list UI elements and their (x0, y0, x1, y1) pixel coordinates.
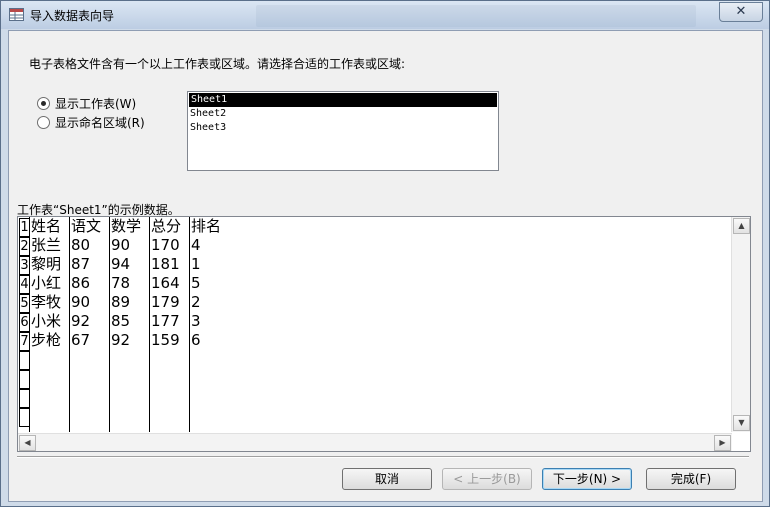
row-number: 7 (19, 332, 30, 351)
table-cell: 92 (111, 331, 131, 349)
row-number: 5 (19, 294, 30, 313)
table-cell: 3 (191, 312, 201, 330)
row-number: 6 (19, 313, 30, 332)
table-cell: 黎明 (31, 255, 62, 273)
table-cell: 170 (151, 236, 180, 254)
button-separator (17, 456, 749, 458)
row-number: 4 (19, 275, 30, 294)
table-cell: 94 (111, 255, 131, 273)
grid-content: 1 2 3 4 5 6 7 姓名 语文 数学 总分 排名 张兰 80 90 17… (18, 217, 729, 432)
table-cell: 67 (71, 331, 91, 349)
table-cell: 89 (111, 293, 131, 311)
title-bar: 导入数据表向导 ✕ (1, 1, 769, 29)
sample-data-grid: 1 2 3 4 5 6 7 姓名 语文 数学 总分 排名 张兰 80 90 17… (17, 216, 751, 452)
table-cell: 90 (111, 236, 131, 254)
row-number: 2 (19, 237, 30, 256)
table-cell: 86 (71, 274, 91, 292)
cancel-button[interactable]: 取消 (342, 468, 432, 490)
list-item-sheet1[interactable]: Sheet1 (189, 93, 497, 107)
back-button[interactable]: < 上一步(B) (442, 468, 532, 490)
table-cell: 85 (111, 312, 131, 330)
table-cell: 张兰 (31, 236, 62, 254)
table-icon (9, 8, 24, 21)
wizard-body: 电子表格文件含有一个以上工作表或区域。请选择合适的工作表或区域: 显示工作表(W… (8, 30, 763, 502)
table-cell: 179 (151, 293, 180, 311)
row-number-empty (19, 408, 30, 427)
header-cell: 数学 (111, 217, 142, 235)
radio-label: 显示工作表(W) (55, 97, 137, 111)
scroll-right-button[interactable]: ▶ (714, 435, 731, 451)
list-item-sheet3[interactable]: Sheet3 (188, 121, 498, 135)
background-window-ghost (256, 5, 696, 27)
radio-show-named-ranges[interactable]: 显示命名区域(R) (37, 114, 145, 131)
finish-button[interactable]: 完成(F) (646, 468, 736, 490)
row-number-empty (19, 351, 30, 370)
worksheet-listbox[interactable]: Sheet1 Sheet2 Sheet3 (187, 91, 499, 171)
table-cell: 177 (151, 312, 180, 330)
table-cell: 4 (191, 236, 201, 254)
header-cell: 语文 (71, 217, 102, 235)
table-cell: 181 (151, 255, 180, 273)
table-cell: 步枪 (31, 331, 62, 349)
row-number-empty (19, 389, 30, 408)
table-cell: 5 (191, 274, 201, 292)
import-wizard-window: 导入数据表向导 ✕ 电子表格文件含有一个以上工作表或区域。请选择合适的工作表或区… (0, 0, 770, 507)
vertical-scrollbar[interactable]: ▲ ▼ (731, 217, 750, 432)
arrow-down-icon: ▼ (738, 418, 745, 427)
table-cell: 小红 (31, 274, 62, 292)
arrow-left-icon: ◀ (24, 438, 31, 447)
table-cell: 92 (71, 312, 91, 330)
table-cell: 李牧 (31, 293, 62, 311)
header-cell: 排名 (191, 217, 222, 235)
table-cell: 90 (71, 293, 91, 311)
arrow-right-icon: ▶ (719, 438, 726, 447)
table-cell: 87 (71, 255, 91, 273)
radio-label: 显示命名区域(R) (55, 116, 145, 130)
table-cell: 6 (191, 331, 201, 349)
row-number: 3 (19, 256, 30, 275)
row-number-empty (19, 370, 30, 389)
radio-show-worksheets[interactable]: 显示工作表(W) (37, 95, 136, 112)
scroll-left-button[interactable]: ◀ (19, 435, 36, 451)
table-cell: 159 (151, 331, 180, 349)
horizontal-scrollbar[interactable]: ◀ ▶ (18, 433, 732, 451)
intro-text: 电子表格文件含有一个以上工作表或区域。请选择合适的工作表或区域: (29, 57, 406, 71)
table-cell: 小米 (31, 312, 62, 330)
radio-button-unchecked[interactable] (37, 116, 50, 129)
table-cell: 164 (151, 274, 180, 292)
arrow-up-icon: ▲ (738, 221, 745, 230)
scroll-up-button[interactable]: ▲ (733, 218, 750, 234)
next-button[interactable]: 下一步(N) > (542, 468, 632, 490)
row-number: 1 (19, 218, 30, 237)
table-cell: 2 (191, 293, 201, 311)
list-item-sheet2[interactable]: Sheet2 (188, 107, 498, 121)
table-cell: 78 (111, 274, 131, 292)
table-cell: 80 (71, 236, 91, 254)
close-icon: ✕ (735, 4, 747, 19)
table-cell: 1 (191, 255, 201, 273)
header-cell: 姓名 (31, 217, 62, 235)
close-button[interactable]: ✕ (719, 2, 763, 22)
radio-button-checked[interactable] (37, 97, 50, 110)
scroll-down-button[interactable]: ▼ (733, 415, 750, 431)
header-cell: 总分 (151, 217, 182, 235)
window-title: 导入数据表向导 (30, 9, 115, 23)
